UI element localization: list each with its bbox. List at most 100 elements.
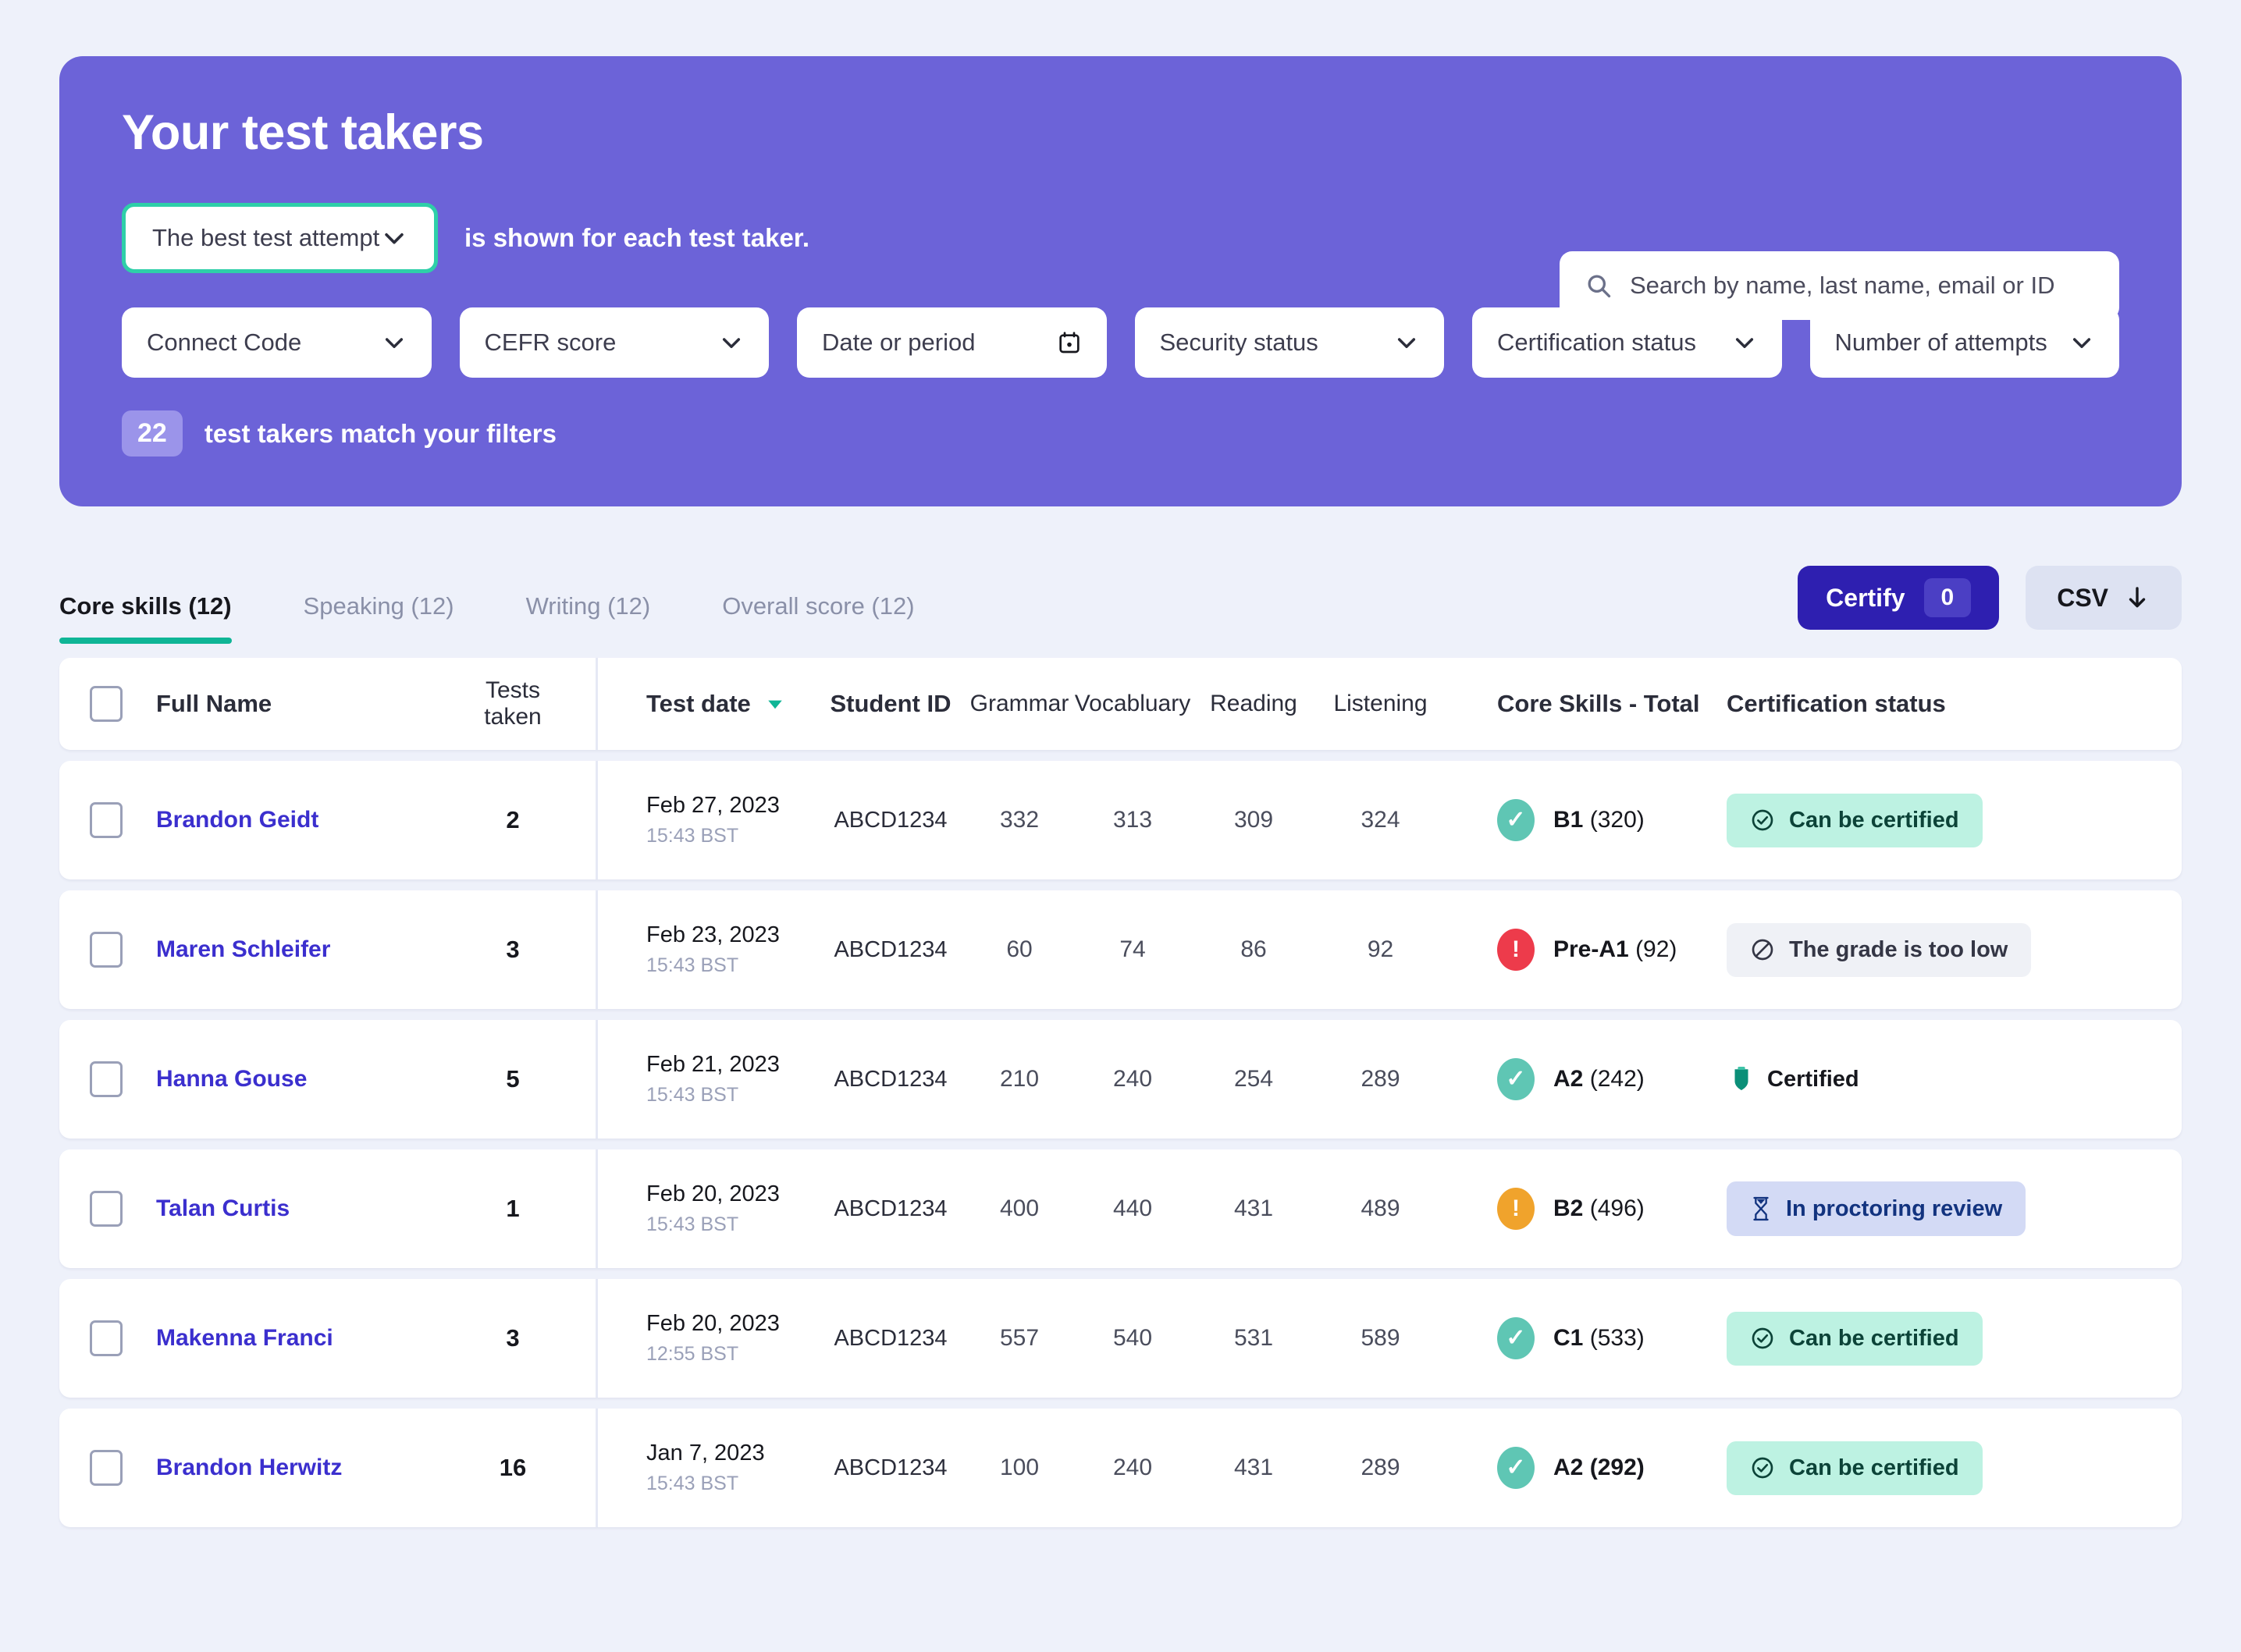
status-badge: Can be certified <box>1727 1441 1983 1495</box>
table-row[interactable]: Brandon Herwitz 16 Jan 7, 2023 15:43 BST… <box>59 1409 2182 1527</box>
test-taker-name-link[interactable]: Makenna Franci <box>156 1325 333 1351</box>
header-tests-taken[interactable]: Tests taken <box>455 677 596 730</box>
status-badge: Certified <box>1727 1052 1883 1107</box>
row-checkbox[interactable] <box>90 1450 123 1486</box>
cell-core-skills-total: ✓ A2 (292) <box>1449 1447 1706 1489</box>
status-badge-label: In proctoring review <box>1786 1195 2003 1221</box>
tab-writing-label: Writing (12) <box>525 592 651 620</box>
test-date-value: Feb 21, 2023 <box>646 1052 780 1077</box>
select-all-checkbox[interactable] <box>90 686 123 722</box>
row-left-group: Talan Curtis 1 <box>59 1149 598 1268</box>
cell-test-date: Jan 7, 2023 15:43 BST <box>598 1441 813 1495</box>
attempt-note: is shown for each test taker. <box>464 223 809 252</box>
attempt-select[interactable]: The best test attempt <box>122 203 438 273</box>
test-taker-name-link[interactable]: Talan Curtis <box>156 1195 290 1221</box>
row-left-group: Hanna Gouse 5 <box>59 1020 598 1139</box>
header-grammar[interactable]: Grammar <box>969 691 1070 717</box>
shield-icon <box>1730 1066 1753 1092</box>
header-vocabulary[interactable]: Vocabluary <box>1070 691 1195 717</box>
total-score: (320) <box>1589 807 1645 833</box>
row-checkbox[interactable] <box>90 1191 123 1227</box>
filter-cefr-score[interactable]: CEFR score <box>459 307 769 378</box>
chevron-down-icon <box>1394 330 1419 355</box>
test-time-value: 15:43 BST <box>646 825 739 847</box>
status-glyph: ✓ <box>1506 1325 1526 1351</box>
status-glyph: ✓ <box>1506 807 1526 833</box>
row-checkbox[interactable] <box>90 1061 123 1097</box>
cell-grammar: 60 <box>1006 936 1033 962</box>
search-placeholder: Search by name, last name, email or ID <box>1630 272 2055 299</box>
sort-descending-triangle-icon[interactable] <box>763 692 787 716</box>
header-left-group: Full Name Tests taken <box>59 658 598 750</box>
status-badge: Can be certified <box>1727 793 1983 847</box>
status-glyph: ! <box>1512 1195 1520 1221</box>
test-taker-name-link[interactable]: Brandon Herwitz <box>156 1455 342 1480</box>
cell-grammar: 210 <box>999 1066 1040 1092</box>
tab-list: Core skills (12) Speaking (12) Writing (… <box>59 592 951 644</box>
filter-security-status[interactable]: Security status <box>1134 307 1444 378</box>
check-circle-status-icon: ✓ <box>1497 1447 1535 1489</box>
tab-writing[interactable]: Writing (12) <box>490 592 687 644</box>
table-row[interactable]: Hanna Gouse 5 Feb 21, 2023 15:43 BST ABC… <box>59 1020 2182 1139</box>
header-test-date[interactable]: Test date <box>598 690 813 718</box>
cell-tests-taken: 3 <box>506 1324 520 1352</box>
row-left-group: Brandon Geidt 2 <box>59 761 598 879</box>
search-input[interactable]: Search by name, last name, email or ID <box>1560 251 2119 320</box>
row-right-group: Feb 27, 2023 15:43 BST ABCD1234 332 313 … <box>598 761 2182 879</box>
header-core-skills-total[interactable]: Core Skills - Total <box>1449 690 1706 718</box>
cell-grammar: 100 <box>999 1455 1040 1480</box>
total-level: Pre-A1 <box>1553 936 1629 962</box>
filter-connect-code[interactable]: Connect Code <box>122 307 432 378</box>
tab-overall-score[interactable]: Overall score (12) <box>686 592 950 644</box>
match-summary-label: test takers match your filters <box>204 418 557 448</box>
test-time-value: 15:43 BST <box>646 1213 739 1235</box>
cell-reading: 531 <box>1233 1325 1274 1351</box>
test-time-value: 15:43 BST <box>646 1473 739 1494</box>
total-level: A2 <box>1553 1455 1584 1480</box>
test-taker-name-link[interactable]: Hanna Gouse <box>156 1066 307 1092</box>
check-circle-status-icon: ✓ <box>1497 1317 1535 1359</box>
filter-date-or-period[interactable]: Date or period <box>797 307 1107 378</box>
tab-speaking[interactable]: Speaking (12) <box>268 592 490 644</box>
total-level: B2 <box>1553 1195 1584 1221</box>
row-right-group: Jan 7, 2023 15:43 BST ABCD1234 100 240 4… <box>598 1409 2182 1527</box>
csv-export-button[interactable]: CSV <box>2026 566 2182 630</box>
header-right-group: Test date Student ID Grammar Vocabluary … <box>598 658 2182 750</box>
cell-certification-status: Can be certified <box>1706 1311 2182 1366</box>
total-score: (92) <box>1635 936 1677 962</box>
table-row[interactable]: Brandon Geidt 2 Feb 27, 2023 15:43 BST A… <box>59 761 2182 879</box>
table-row[interactable]: Makenna Franci 3 Feb 20, 2023 12:55 BST … <box>59 1279 2182 1398</box>
hourglass-icon <box>1750 1195 1772 1222</box>
header-student-id[interactable]: Student ID <box>813 690 969 718</box>
row-checkbox[interactable] <box>90 932 123 968</box>
table-row[interactable]: Maren Schleifer 3 Feb 23, 2023 15:43 BST… <box>59 890 2182 1009</box>
tab-core-skills[interactable]: Core skills (12) <box>59 592 268 644</box>
csv-export-label: CSV <box>2057 583 2108 612</box>
header-full-name[interactable]: Full Name <box>153 690 455 718</box>
certify-button[interactable]: Certify 0 <box>1798 566 2000 630</box>
total-level: A2 <box>1553 1066 1584 1092</box>
cell-full-name: Brandon Herwitz <box>153 1455 455 1481</box>
test-taker-name-link[interactable]: Brandon Geidt <box>156 807 318 833</box>
filter-certification-status-label: Certification status <box>1497 329 1696 356</box>
row-checkbox[interactable] <box>90 1320 123 1356</box>
row-checkbox[interactable] <box>90 802 123 838</box>
total-score-text: Pre-A1 (92) <box>1553 936 1677 963</box>
header-listening[interactable]: Listening <box>1312 691 1449 717</box>
chevron-down-icon <box>719 330 744 355</box>
cell-listening: 324 <box>1361 807 1400 833</box>
cell-core-skills-total: ✓ B1 (320) <box>1449 799 1706 841</box>
header-reading[interactable]: Reading <box>1195 691 1312 717</box>
test-taker-name-link[interactable]: Maren Schleifer <box>156 936 330 962</box>
test-date-value: Jan 7, 2023 <box>646 1441 765 1465</box>
total-score-text: B2 (496) <box>1553 1195 1645 1222</box>
cell-grammar: 400 <box>999 1195 1040 1221</box>
test-date-value: Feb 20, 2023 <box>646 1311 780 1336</box>
cell-full-name: Hanna Gouse <box>153 1066 455 1092</box>
table-row[interactable]: Talan Curtis 1 Feb 20, 2023 15:43 BST AB… <box>59 1149 2182 1268</box>
total-level: C1 <box>1553 1325 1584 1351</box>
header-certification-status[interactable]: Certification status <box>1706 690 2182 718</box>
cell-grammar: 332 <box>999 807 1040 833</box>
total-score: (496) <box>1589 1195 1645 1221</box>
cell-student-id: ABCD1234 <box>834 1325 948 1351</box>
